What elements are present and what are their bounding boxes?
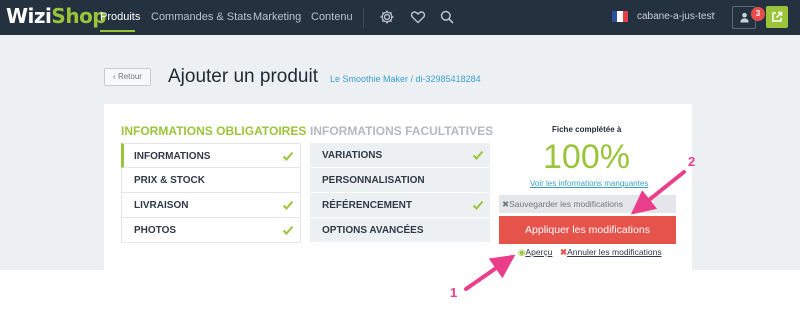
shop-selector[interactable]: cabane-a-jus-test <box>637 11 714 22</box>
check-icon <box>282 151 294 161</box>
active-nav-indicator <box>100 30 135 32</box>
back-button[interactable]: ‹ Retour <box>104 68 151 86</box>
tab-label: VARIATIONS <box>322 150 383 161</box>
save-button-label: Sauvegarder les modifications <box>509 199 623 209</box>
external-link-icon <box>772 11 783 22</box>
nav-contenu[interactable]: Contenu <box>311 11 353 23</box>
optional-section-title: INFORMATIONS FACULTATIVES <box>310 124 494 138</box>
missing-info-link[interactable]: Voir les informations manquantes <box>530 179 648 188</box>
nav-commandes-stats[interactable]: Commandes & Stats <box>151 11 252 23</box>
heart-icon[interactable] <box>410 9 426 25</box>
wizishop-logo[interactable]: WiziShop <box>6 4 107 28</box>
notification-badge: 3 <box>751 7 765 21</box>
nav-divider <box>363 8 364 28</box>
settings-icon[interactable] <box>379 9 395 25</box>
tab-label: PRIX & STOCK <box>134 175 205 186</box>
tab-label: PHOTOS <box>134 225 177 236</box>
completion-label: Fiche complétée à <box>552 125 622 134</box>
check-icon <box>282 200 294 210</box>
logo-part-2: Shop <box>51 4 107 28</box>
page-title: Ajouter un produit <box>168 66 318 87</box>
tab-label: LIVRAISON <box>134 200 189 211</box>
cancel-changes-link[interactable]: ✖Annuler les modifications <box>560 247 662 258</box>
top-navigation-bar: WiziShop Produits Commandes & Stats Mark… <box>0 0 800 35</box>
tab-label: OPTIONS AVANCÉES <box>322 225 424 236</box>
tab-label: PERSONNALISATION <box>322 175 425 186</box>
tab-informations[interactable]: INFORMATIONS <box>121 143 301 168</box>
check-icon <box>472 200 484 210</box>
tab-referencement[interactable]: RÉFÉRENCEMENT <box>310 193 490 218</box>
tab-livraison[interactable]: LIVRAISON <box>121 193 301 218</box>
required-section-title: INFORMATIONS OBLIGATOIRES <box>121 124 307 138</box>
nav-marketing[interactable]: Marketing <box>253 11 301 23</box>
nav-produits[interactable]: Produits <box>100 11 140 23</box>
tab-label: RÉFÉRENCEMENT <box>322 200 413 211</box>
annotation-number-2: 2 <box>688 154 696 169</box>
check-icon <box>472 150 484 160</box>
chevron-left-icon: ‹ <box>113 72 116 81</box>
tab-variations[interactable]: VARIATIONS <box>310 143 490 168</box>
required-tabs: INFORMATIONS PRIX & STOCK LIVRAISON PHOT… <box>121 143 301 243</box>
optional-tabs: VARIATIONS PERSONNALISATION RÉFÉRENCEMEN… <box>310 143 490 243</box>
chevron-down-icon[interactable]: ▾ <box>711 10 715 19</box>
tab-personnalisation[interactable]: PERSONNALISATION <box>310 168 490 193</box>
search-icon[interactable] <box>439 9 455 25</box>
tab-photos[interactable]: PHOTOS <box>121 218 301 243</box>
annotation-number-1: 1 <box>450 285 458 300</box>
tab-prix-stock[interactable]: PRIX & STOCK <box>121 168 301 193</box>
completion-percentage: 100% <box>543 138 630 176</box>
france-flag-icon[interactable] <box>612 11 628 22</box>
check-icon <box>282 225 294 235</box>
tab-label: INFORMATIONS <box>134 151 211 162</box>
view-shop-button[interactable] <box>766 6 788 28</box>
logo-part-1: Wizi <box>6 4 52 28</box>
user-icon <box>740 12 749 23</box>
preview-link-label: Aperçu <box>525 247 553 257</box>
product-subtitle: Le Smoothie Maker / di-32985418284 <box>330 74 481 84</box>
back-button-label: Retour <box>117 72 142 81</box>
apply-changes-button[interactable]: Appliquer les modifications <box>499 216 676 244</box>
preview-link[interactable]: ◉Aperçu <box>518 247 552 258</box>
cancel-link-label: Annuler les modifications <box>567 247 662 257</box>
save-button[interactable]: ✖Sauvegarder les modifications <box>499 195 676 213</box>
tab-options-avancees[interactable]: OPTIONS AVANCÉES <box>310 218 490 243</box>
